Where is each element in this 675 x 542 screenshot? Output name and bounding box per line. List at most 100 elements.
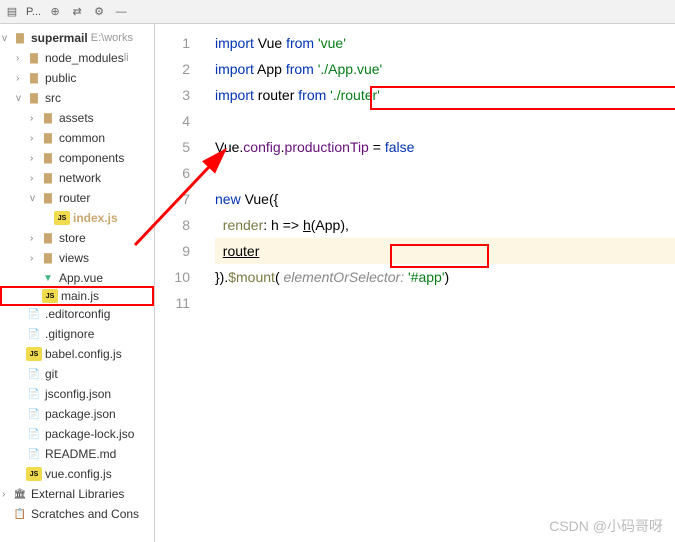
line-gutter: 1234567891011 (155, 24, 203, 542)
code-line-7[interactable]: new Vue({ (215, 186, 675, 212)
vue-icon: ▼ (40, 271, 56, 285)
lib-icon: 🏛 (12, 487, 28, 501)
file-icon: 📄 (26, 427, 42, 441)
line-number: 7 (155, 186, 190, 212)
line-number: 1 (155, 30, 190, 56)
tree-item-src[interactable]: v▇src (0, 88, 154, 108)
file-icon: 📄 (26, 387, 42, 401)
project-sidebar: v ▇ supermail E:\works ›▇node_modules li… (0, 0, 155, 542)
tree-item-label: .gitignore (45, 327, 94, 341)
external-libraries[interactable]: › 🏛 External Libraries (0, 484, 154, 504)
chevron-icon[interactable]: › (30, 233, 40, 244)
code-line-10[interactable]: }).$mount( elementOrSelector: '#app') (215, 264, 675, 290)
code-line-5[interactable]: Vue.config.productionTip = false (215, 134, 675, 160)
chevron-icon[interactable]: › (30, 153, 40, 164)
code-line-6[interactable] (215, 160, 675, 186)
tree-item-label: store (59, 231, 86, 245)
chevron-icon[interactable]: › (30, 133, 40, 144)
code-line-11[interactable] (215, 290, 675, 316)
tree-item-label: vue.config.js (45, 467, 112, 481)
file-icon: 📄 (26, 447, 42, 461)
file-icon: 📄 (26, 367, 42, 381)
tree-item-package-lock-jso[interactable]: 📄package-lock.jso (0, 424, 154, 444)
chevron-icon[interactable]: › (30, 253, 40, 264)
scratches[interactable]: 📋 Scratches and Cons (0, 504, 154, 524)
tree-item-label: common (59, 131, 105, 145)
tree-item-label: main.js (61, 289, 99, 303)
tree-item-common[interactable]: ›▇common (0, 128, 154, 148)
file-icon: 📄 (26, 307, 42, 321)
folder-icon: ▇ (40, 151, 56, 165)
file-icon: 📄 (26, 407, 42, 421)
tree-item-label: network (59, 171, 101, 185)
line-number: 11 (155, 290, 190, 316)
tree-item-label: public (45, 71, 76, 85)
chevron-icon[interactable]: v (16, 93, 26, 104)
tree-item-main-js[interactable]: JSmain.js (0, 286, 154, 306)
tree-item-git[interactable]: 📄git (0, 364, 154, 384)
code-line-4[interactable] (215, 108, 675, 134)
tree-item-label: .editorconfig (45, 307, 110, 321)
code-line-3[interactable]: import router from './router' (215, 82, 675, 108)
folder-icon: ▇ (40, 191, 56, 205)
folder-icon: ▇ (40, 131, 56, 145)
tree-item-router[interactable]: v▇router (0, 188, 154, 208)
tree-item-label: babel.config.js (45, 347, 122, 361)
tree-item-readme-md[interactable]: 📄README.md (0, 444, 154, 464)
project-icon: ▤ (4, 4, 20, 20)
tree-root[interactable]: v ▇ supermail E:\works (0, 28, 154, 48)
code-line-2[interactable]: import App from './App.vue' (215, 56, 675, 82)
js-icon: JS (26, 467, 42, 481)
tree-item-components[interactable]: ›▇components (0, 148, 154, 168)
code-line-8[interactable]: render: h => h(App), (215, 212, 675, 238)
tree-item-index-js[interactable]: JSindex.js (0, 208, 154, 228)
tree-item--gitignore[interactable]: 📄.gitignore (0, 324, 154, 344)
tree-item-jsconfig-json[interactable]: 📄jsconfig.json (0, 384, 154, 404)
chevron-down-icon[interactable]: v (2, 33, 12, 44)
tree-item-package-json[interactable]: 📄package.json (0, 404, 154, 424)
tree-item-babel-config-js[interactable]: JSbabel.config.js (0, 344, 154, 364)
gear-icon[interactable]: ⚙ (91, 4, 107, 20)
tree-item-network[interactable]: ›▇network (0, 168, 154, 188)
tree-item-app-vue[interactable]: ▼App.vue (0, 268, 154, 288)
folder-icon: ▇ (12, 31, 28, 45)
tree-item-label: assets (59, 111, 94, 125)
code-line-1[interactable]: import Vue from 'vue' (215, 30, 675, 56)
top-toolbar: ▤ P... ⊕ ⇄ ⚙ — (0, 0, 675, 24)
js-icon: JS (42, 289, 58, 303)
tree-item-label: package-lock.jso (45, 427, 134, 441)
tree-item-label: views (59, 251, 89, 265)
tree-item-label: jsconfig.json (45, 387, 111, 401)
folder-icon: ▇ (40, 111, 56, 125)
code-content[interactable]: import Vue from 'vue'import App from './… (203, 24, 675, 542)
chevron-icon[interactable]: › (30, 113, 40, 124)
tree-item-label: node_modules (45, 51, 124, 65)
tree-item-assets[interactable]: ›▇assets (0, 108, 154, 128)
ext-lib-label: External Libraries (31, 487, 124, 501)
tool-icon-1[interactable]: ⇄ (69, 4, 85, 20)
tree-item-views[interactable]: ›▇views (0, 248, 154, 268)
tree-item-public[interactable]: ›▇public (0, 68, 154, 88)
project-tree[interactable]: v ▇ supermail E:\works ›▇node_modules li… (0, 24, 154, 528)
collapse-icon[interactable]: — (113, 4, 129, 20)
chevron-icon[interactable]: › (30, 173, 40, 184)
chevron-icon[interactable]: › (16, 73, 26, 84)
chevron-icon[interactable]: › (16, 53, 26, 64)
tree-item-label: src (45, 91, 61, 105)
tree-item-label: router (59, 191, 90, 205)
tree-item-label: README.md (45, 447, 116, 461)
tree-item-label: components (59, 151, 124, 165)
tree-item--editorconfig[interactable]: 📄.editorconfig (0, 304, 154, 324)
project-label: P... (26, 6, 41, 18)
code-editor[interactable]: 1234567891011 import Vue from 'vue'impor… (155, 24, 675, 542)
line-number: 3 (155, 82, 190, 108)
line-number: 8 (155, 212, 190, 238)
target-icon[interactable]: ⊕ (47, 4, 63, 20)
line-number: 9 (155, 238, 190, 264)
code-line-9[interactable]: router (215, 238, 675, 264)
tree-item-vue-config-js[interactable]: JSvue.config.js (0, 464, 154, 484)
tree-item-node_modules[interactable]: ›▇node_modules li (0, 48, 154, 68)
chevron-right-icon[interactable]: › (2, 489, 12, 500)
tree-item-store[interactable]: ›▇store (0, 228, 154, 248)
chevron-icon[interactable]: v (30, 193, 40, 204)
